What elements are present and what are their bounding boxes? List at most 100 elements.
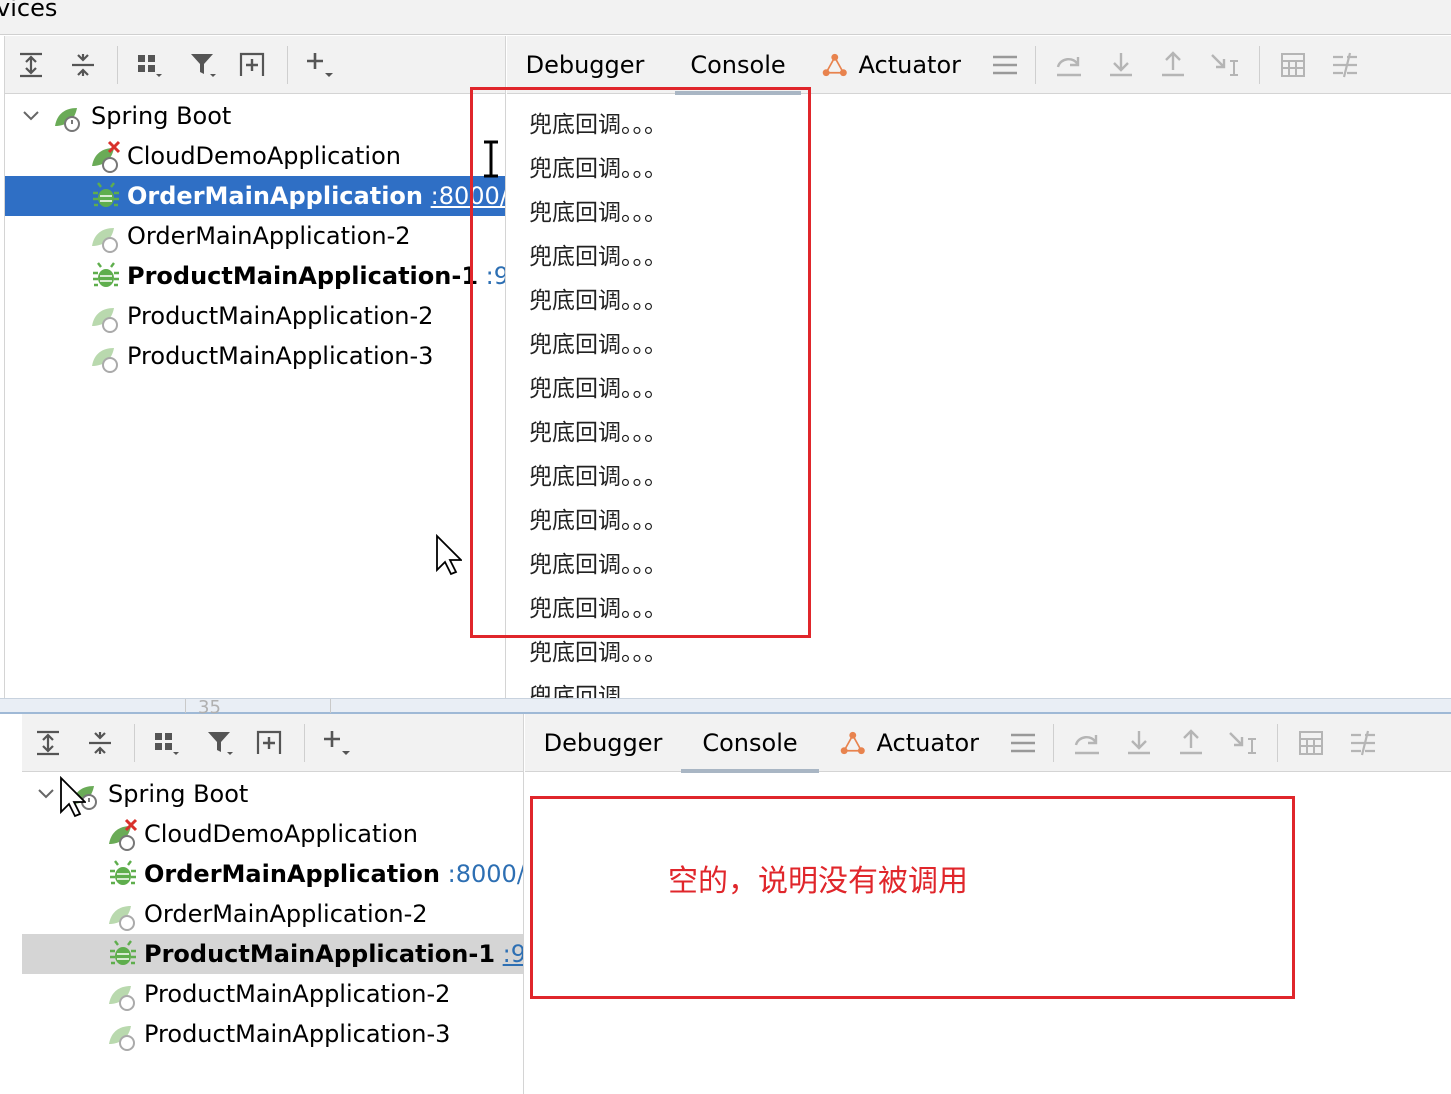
console-line: 兜底回调。。。 [529,684,667,698]
window-title: vices [0,0,58,22]
tree-item-product-main-1[interactable]: ProductMainApplication-1 :900 [5,256,505,296]
services-tree-pane: Spring Boot CloudDemoApplication OrderMa… [4,36,506,698]
collapse-all-icon[interactable] [82,724,118,762]
trace-icon[interactable] [1345,724,1381,762]
tree-item-label: ProductMainApplication-1 [127,262,479,290]
tree-item-product-main-2[interactable]: ProductMainApplication-2 [5,296,505,336]
tree-root-label: Spring Boot [91,102,232,130]
menu-icon[interactable] [987,46,1023,84]
new-group-icon[interactable] [252,724,288,762]
tab-actuator[interactable]: Actuator [821,36,961,94]
window-title-bar: vices [0,0,1451,35]
tree-item-label: ProductMainApplication-3 [144,1020,451,1048]
port-link[interactable]: :8000/ [448,860,523,888]
tab-debugger[interactable]: Debugger [543,714,663,772]
new-group-icon[interactable] [235,46,271,84]
spring-error-icon [109,818,138,851]
console-line: 兜底回调。。。 [529,640,667,666]
chevron-down-icon[interactable] [36,784,56,804]
debug-bug-icon [110,860,136,885]
tree-item-label: ProductMainApplication-2 [127,302,434,330]
spring-idle-icon [92,348,118,373]
tab-label: Actuator [876,729,979,757]
tree-root-spring-boot[interactable]: Spring Boot [5,96,505,136]
filter-icon[interactable] [202,724,238,762]
tab-label: Debugger [525,51,645,79]
run-to-cursor-icon[interactable] [1225,724,1261,762]
spring-idle-icon [92,308,118,333]
spring-idle-icon [109,986,135,1011]
tree-item-label: ProductMainApplication-2 [144,980,451,1008]
menu-icon[interactable] [1005,724,1041,762]
tree-item-order-main-2[interactable]: OrderMainApplication-2 [22,894,523,934]
step-out-icon[interactable] [1155,46,1191,84]
add-service-icon[interactable] [301,46,337,84]
spring-idle-icon [92,228,118,253]
spring-boot-icon [55,108,80,132]
debug-bug-icon [110,940,136,965]
evaluate-icon[interactable] [1293,724,1329,762]
tree-item-label: CloudDemoApplication [127,142,401,170]
services-toolbar [5,36,505,94]
port-link[interactable]: :900 [503,940,523,968]
tab-label: Console [690,51,786,79]
services-toolbar [22,714,523,772]
debug-bug-icon [93,262,119,287]
step-over-icon[interactable] [1051,46,1087,84]
expand-all-icon[interactable] [13,46,49,84]
tree-item-label: OrderMainApplication-2 [127,222,411,250]
highlight-box-console [470,87,811,638]
tree-item-label: CloudDemoApplication [144,820,418,848]
tree-item-order-main[interactable]: OrderMainApplication :8000/ [5,176,505,216]
collapse-all-icon[interactable] [65,46,101,84]
tree-item-order-main-2[interactable]: OrderMainApplication-2 [5,216,505,256]
spring-idle-icon [109,1026,135,1051]
step-into-icon[interactable] [1121,724,1157,762]
tool-tabs: Debugger Console Actuator [507,36,1451,95]
tree-item-product-main-3[interactable]: ProductMainApplication-3 [22,1014,523,1054]
tree-item-label: OrderMainApplication [127,182,424,210]
mouse-pointer-icon [436,534,462,576]
tree-item-product-main-1[interactable]: ProductMainApplication-1 :900 [22,934,523,974]
step-out-icon[interactable] [1173,724,1209,762]
tool-tabs: Debugger Console Actuator [525,714,1451,773]
tree-item-order-main[interactable]: OrderMainApplication :8000/ [22,854,523,894]
evaluate-icon[interactable] [1275,46,1311,84]
step-over-icon[interactable] [1069,724,1105,762]
text-cursor-icon [484,140,498,178]
annotation-note: 空的，说明没有被调用 [668,864,968,899]
tree-item-product-main-2[interactable]: ProductMainApplication-2 [22,974,523,1014]
add-service-icon[interactable] [318,724,354,762]
services-tree: Spring Boot CloudDemoApplication OrderMa… [22,772,523,1094]
filter-icon[interactable] [185,46,221,84]
tree-item-label: ProductMainApplication-3 [127,342,434,370]
chevron-down-icon[interactable] [21,106,41,126]
tab-label: Console [702,729,798,757]
tree-item-product-main-3[interactable]: ProductMainApplication-3 [5,336,505,376]
step-into-icon[interactable] [1103,46,1139,84]
tree-item-cloud-demo[interactable]: CloudDemoApplication [5,136,505,176]
tab-actuator[interactable]: Actuator [839,714,979,772]
group-by-icon[interactable] [148,724,184,762]
actuator-icon [822,53,847,77]
debug-bug-icon [93,182,119,207]
services-tree: Spring Boot CloudDemoApplication OrderMa… [5,94,505,698]
tree-item-cloud-demo[interactable]: CloudDemoApplication [22,814,523,854]
spring-error-icon [92,140,121,173]
tab-console[interactable]: Console [675,36,801,95]
mouse-pointer-icon [60,776,86,818]
expand-all-icon[interactable] [30,724,66,762]
spring-idle-icon [109,906,135,931]
tree-item-label: OrderMainApplication-2 [144,900,428,928]
trace-icon[interactable] [1327,46,1363,84]
actuator-icon [840,731,865,755]
tree-root-label: Spring Boot [108,780,249,808]
tree-root-spring-boot[interactable]: Spring Boot [22,774,523,814]
tab-debugger[interactable]: Debugger [525,36,645,94]
tab-console[interactable]: Console [681,714,819,773]
tab-label: Debugger [543,729,663,757]
run-to-cursor-icon[interactable] [1207,46,1243,84]
tree-item-label: ProductMainApplication-1 [144,940,496,968]
services-tree-pane: Spring Boot CloudDemoApplication OrderMa… [22,714,524,1094]
group-by-icon[interactable] [131,46,167,84]
